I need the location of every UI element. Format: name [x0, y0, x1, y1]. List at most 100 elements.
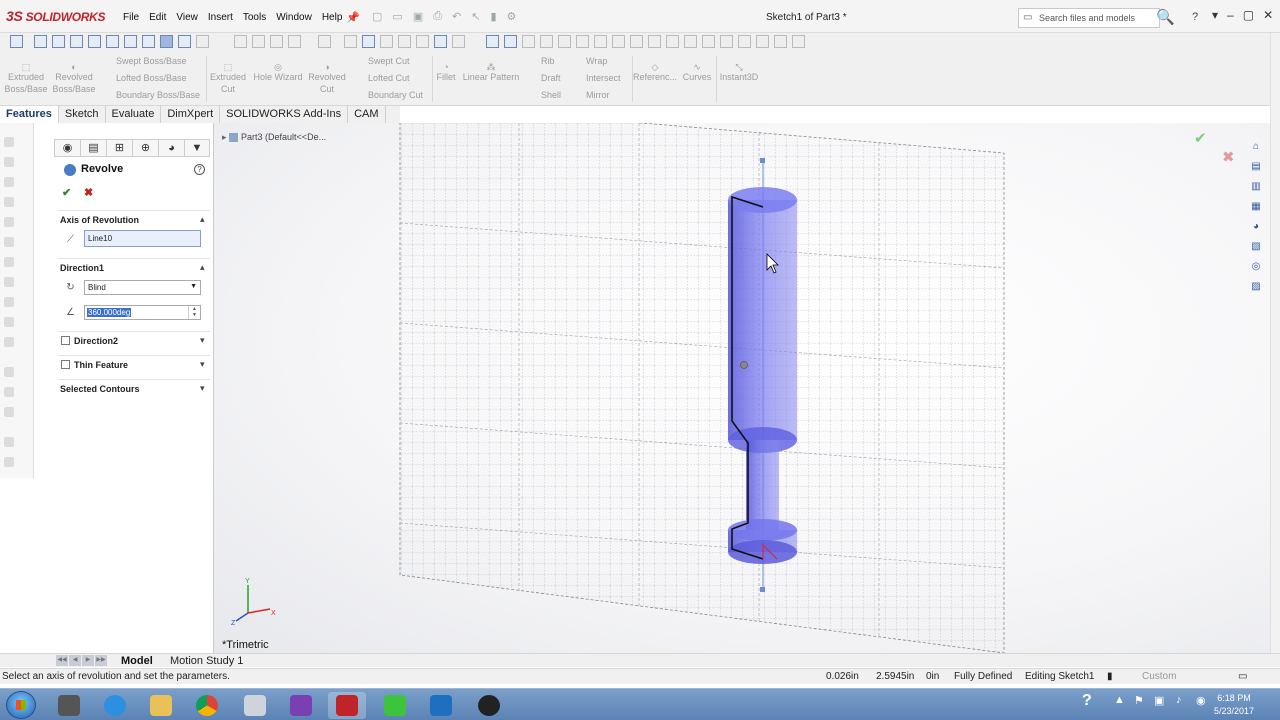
filter-icon-27[interactable] — [738, 35, 751, 48]
taskbar-app-5[interactable] — [236, 692, 274, 719]
custom-properties-icon[interactable]: ▧ — [1249, 240, 1263, 254]
menu-help[interactable]: Help — [317, 12, 348, 23]
strip-icon[interactable] — [4, 457, 14, 467]
help-icon[interactable]: ? — [194, 164, 205, 175]
filter-icon-18[interactable] — [576, 35, 589, 48]
property-manager-icon[interactable]: ▤ — [80, 139, 106, 157]
end-condition-select[interactable]: Blind ▼ — [84, 280, 201, 295]
tab-features[interactable]: Features — [0, 106, 59, 123]
filter-icon-15[interactable] — [522, 35, 535, 48]
menu-view[interactable]: View — [171, 12, 203, 23]
view-tool-icon-8[interactable] — [160, 35, 173, 48]
filter-icon-12[interactable] — [452, 35, 465, 48]
axis-endpoint[interactable] — [760, 587, 765, 592]
units-selector[interactable]: Custom — [1142, 671, 1176, 682]
taskbar-app-8[interactable] — [376, 692, 414, 719]
resources-icon[interactable]: ▤ — [1249, 160, 1263, 174]
tray-volume-icon[interactable]: ♪ — [1176, 694, 1182, 706]
revolved-boss-button[interactable]: ◐ Revolved Boss/Base — [52, 61, 96, 95]
linear-pattern-button[interactable]: ⁂ Linear Pattern — [460, 61, 522, 83]
clock[interactable]: 6:18 PM 5/23/2017 — [1214, 692, 1254, 718]
view-tool-icon-2[interactable] — [52, 35, 65, 48]
filter-icon-16[interactable] — [540, 35, 553, 48]
filter-icon-28[interactable] — [756, 35, 769, 48]
feature-manager-icon[interactable]: ◉ — [54, 139, 80, 157]
help-button[interactable]: ? — [1192, 11, 1198, 23]
save-icon[interactable]: ▣ — [413, 10, 423, 23]
thin-feature-header[interactable]: Thin Feature — [74, 360, 194, 370]
view-palette-icon[interactable]: ▨ — [1249, 280, 1263, 294]
strip-icon[interactable] — [4, 277, 14, 287]
view-tool-icon-5[interactable] — [106, 35, 119, 48]
filter-icon-14[interactable] — [504, 35, 517, 48]
extruded-cut-button[interactable]: ⬚ Extruded Cut — [206, 61, 250, 95]
appearances-icon[interactable]: ◕ — [1249, 220, 1263, 234]
tab-motion-study[interactable]: Motion Study 1 — [166, 655, 247, 667]
chevron-down-icon[interactable]: ▾ — [200, 383, 205, 394]
hole-wizard-button[interactable]: ◎ Hole Wizard — [251, 61, 305, 83]
strip-icon[interactable] — [4, 237, 14, 247]
home-icon[interactable]: ⌂ — [1249, 140, 1263, 154]
axis-field[interactable]: Line10 — [84, 230, 201, 247]
cancel-button[interactable]: ✖ — [84, 186, 93, 199]
model-canvas[interactable]: Y X Z — [214, 123, 1270, 653]
revolved-cut-button[interactable]: ◑ Revolved Cut — [305, 61, 349, 95]
mirror-button[interactable]: Mirror — [572, 89, 632, 106]
shell-button[interactable]: Shell — [527, 89, 569, 106]
graphics-area[interactable]: ▸ Part3 (Default<<De... 🔍 🔍 ↶ ◧ ▣ ◈ ◉ ◍ … — [214, 123, 1270, 653]
next-tab-icon[interactable]: ▶ — [82, 655, 94, 666]
tab-model[interactable]: Model — [117, 655, 157, 667]
strip-icon[interactable] — [4, 367, 14, 377]
vertical-scrollbar[interactable] — [1270, 33, 1280, 653]
solidworks-forum-icon[interactable]: ◎ — [1249, 260, 1263, 274]
filter-icon-8[interactable] — [380, 35, 393, 48]
taskbar-ie[interactable] — [96, 692, 134, 719]
direction1-header[interactable]: Direction1 — [60, 263, 210, 273]
pin-icon[interactable]: 📌 — [346, 11, 360, 24]
tray-network-icon[interactable]: ▣ — [1154, 694, 1164, 707]
filter-icon-1[interactable] — [234, 35, 247, 48]
minimize-button[interactable]: – — [1227, 8, 1234, 22]
tray-expand-icon[interactable]: ▲ — [1114, 694, 1125, 706]
filter-icon-23[interactable] — [666, 35, 679, 48]
filter-icon-2[interactable] — [252, 35, 265, 48]
strip-icon[interactable] — [4, 297, 14, 307]
view-tool-icon-10[interactable] — [196, 35, 209, 48]
filter-icon-25[interactable] — [702, 35, 715, 48]
ok-button[interactable]: ✔ — [62, 186, 71, 199]
view-tool-icon-7[interactable] — [142, 35, 155, 48]
display-manager-icon[interactable]: ◕ — [158, 139, 184, 157]
undo-icon[interactable]: ↶ — [452, 10, 461, 23]
rib-button[interactable]: Rib — [527, 55, 569, 72]
filter-icon-11[interactable] — [434, 35, 447, 48]
strip-icon[interactable] — [4, 317, 14, 327]
reference-geometry-button[interactable]: ◇ Referenc... — [633, 61, 677, 83]
tab-sketch[interactable]: Sketch — [59, 106, 106, 123]
filter-icon-22[interactable] — [648, 35, 661, 48]
first-tab-icon[interactable]: ◀◀ — [56, 655, 68, 666]
close-button[interactable]: ✕ — [1263, 8, 1273, 22]
prev-tab-icon[interactable]: ◀ — [69, 655, 81, 666]
taskbar-explorer[interactable] — [142, 692, 180, 719]
thin-feature-checkbox[interactable] — [61, 360, 70, 369]
confirm-corner-cancel-icon[interactable]: ✖ — [1222, 148, 1235, 166]
strip-icon[interactable] — [4, 337, 14, 347]
intersect-button[interactable]: Intersect — [572, 72, 632, 89]
strip-icon[interactable] — [4, 407, 14, 417]
filter-icon-20[interactable] — [612, 35, 625, 48]
start-button[interactable] — [6, 691, 36, 719]
menu-insert[interactable]: Insert — [203, 12, 238, 23]
boundary-boss-button[interactable]: Boundary Boss/Base — [100, 89, 204, 106]
curves-button[interactable]: ∿ Curves — [680, 61, 714, 83]
strip-icon[interactable] — [4, 197, 14, 207]
strip-icon[interactable] — [4, 177, 14, 187]
tray-flag-icon[interactable]: ⚑ — [1134, 694, 1144, 707]
print-icon[interactable]: ⎙ — [433, 10, 442, 23]
filter-icon-10[interactable] — [416, 35, 429, 48]
taskbar-app-1[interactable] — [50, 692, 88, 719]
view-tool-icon-9[interactable] — [178, 35, 191, 48]
filter-icon-13[interactable] — [486, 35, 499, 48]
taskbar-chrome[interactable] — [188, 692, 226, 719]
taskbar-outlook[interactable] — [422, 692, 460, 719]
filter-icon-21[interactable] — [630, 35, 643, 48]
